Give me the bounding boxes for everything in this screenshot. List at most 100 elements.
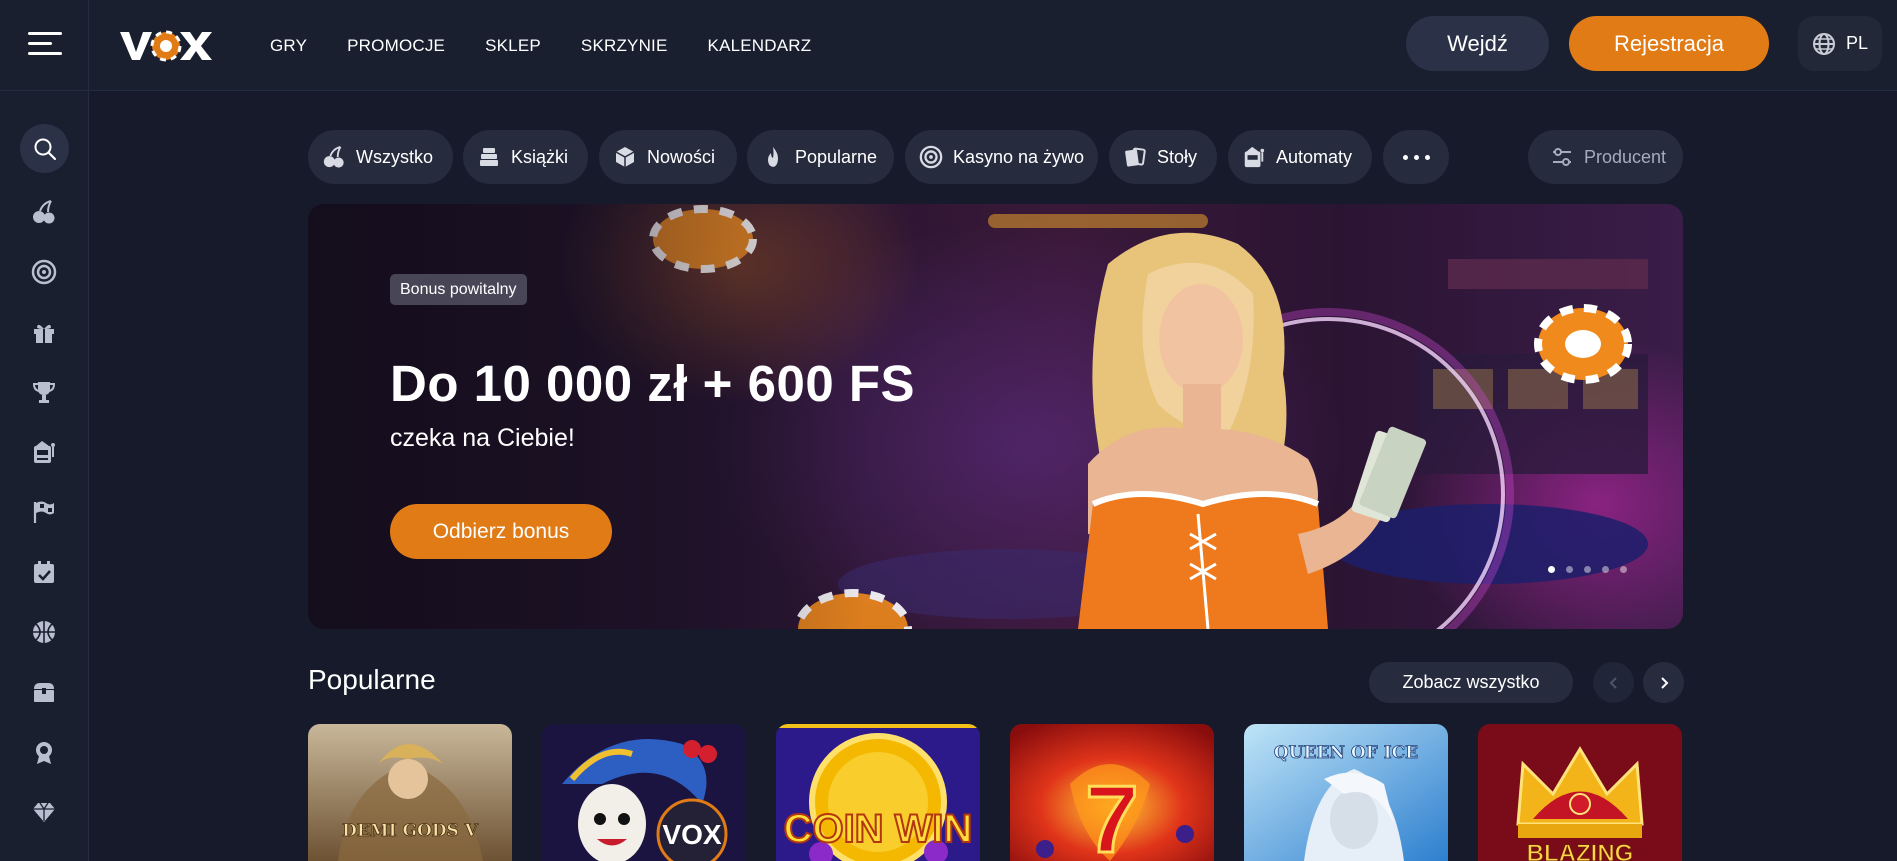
login-button[interactable]: Wejdź [1406,16,1549,71]
slot-machine-icon [34,441,55,463]
popular-section-title: Popularne [308,664,436,695]
cube-icon [615,147,635,167]
nav-kalendarz[interactable]: KALENDARZ [708,36,812,56]
tab-kasyno-na-zywo[interactable]: Kasyno na żywo [905,130,1098,184]
more-dot [1402,154,1408,160]
language-label: PL [1846,33,1869,53]
game-title: 7 [1085,766,1138,861]
game-title: VOX [662,819,721,850]
sidebar-item-promotions[interactable] [27,315,61,349]
game-title: COIN WIN [784,807,973,851]
sidebar-item-races[interactable] [27,495,61,529]
menu-icon[interactable] [28,30,62,58]
tab-stoly[interactable]: Stoły [1109,130,1217,184]
nav-skrzynie[interactable]: SKRZYNIE [581,36,668,56]
tab-popularne[interactable]: Popularne [747,130,894,184]
globe-icon [1813,32,1835,55]
race-flag-icon [33,501,54,523]
nav-gry[interactable]: GRY [270,36,307,56]
sidebar-item-loyalty[interactable] [27,735,61,769]
producer-filter-button[interactable]: Producent [1528,130,1683,184]
tab-automaty[interactable]: Automaty [1228,130,1372,184]
books-icon [480,148,498,166]
more-tabs-button[interactable] [1383,130,1449,184]
flame-icon [768,147,778,167]
tab-label: Kasyno na żywo [953,146,1085,167]
tab-label: Popularne [795,146,878,167]
tab-nowosci[interactable]: Nowości [599,130,737,184]
sidebar-search-button[interactable] [20,124,69,173]
nav-sklep[interactable]: SKLEP [485,36,541,56]
cherries-icon [33,200,55,224]
nav-promocje[interactable]: PROMOCJE [347,36,445,56]
diamond-icon [33,802,55,822]
game-thumbnail: BLAZING [1478,724,1682,861]
tab-label: Książki [511,146,569,167]
game-card[interactable]: 7 [1010,724,1214,861]
hero-badge: Bonus powitalny [390,274,527,305]
game-card[interactable]: VOX [542,724,746,861]
carousel-dots [1548,566,1627,573]
carousel-dot[interactable] [1620,566,1627,573]
tab-label: Nowości [647,146,716,167]
cards-icon [1125,147,1146,167]
carousel-dot[interactable] [1584,566,1591,573]
trophy-icon [32,382,56,403]
calendar-check-icon [34,561,54,583]
carousel-dot[interactable] [1566,566,1573,573]
sidebar-item-slots[interactable] [27,435,61,469]
sidebar-item-vip[interactable] [27,795,61,829]
register-button[interactable]: Rejestracja [1569,16,1769,71]
chevron-left-icon [1609,676,1617,689]
badge-icon [36,742,52,764]
game-title: QUEEN OF ICE [1274,743,1418,763]
claim-bonus-button[interactable]: Odbierz bonus [390,504,612,559]
producer-label: Producent [1584,146,1667,167]
more-dot [1413,154,1419,160]
tab-label: Stoły [1157,146,1198,167]
hero-title: Do 10 000 zł + 600 FS [390,355,916,412]
top-header: GRY PROMOCJE SKLEP SKRZYNIE KALENDARZ We… [0,0,1897,91]
carousel-prev-button[interactable] [1593,662,1634,703]
sidebar-item-tournaments[interactable] [27,375,61,409]
vox-logo[interactable] [120,24,212,64]
slot-machine-icon [1244,146,1265,168]
sidebar-item-live-casino[interactable] [27,255,61,289]
more-dot [1424,154,1430,160]
sidebar-item-chests[interactable] [27,675,61,709]
roulette-icon [31,259,57,285]
sport-ball-icon [33,621,55,643]
sidebar-item-sport[interactable] [27,615,61,649]
see-all-button[interactable]: Zobacz wszystko [1369,662,1573,703]
carousel-dot[interactable] [1548,566,1555,573]
game-thumbnail: VOX [542,724,746,861]
chip-icon [919,145,943,169]
header-divider [88,0,89,91]
tab-wszystko[interactable]: Wszystko [308,130,453,184]
carousel-dot[interactable] [1602,566,1609,573]
sidebar-item-calendar[interactable] [27,555,61,589]
main-nav: GRY PROMOCJE SKLEP SKRZYNIE KALENDARZ [270,0,811,91]
sidebar-item-games[interactable] [27,195,61,229]
tab-ksiazki[interactable]: Książki [463,130,588,184]
hero-banner[interactable]: Bonus powitalny Do 10 000 zł + 600 FS cz… [308,204,1683,629]
game-card[interactable]: QUEEN OF ICE [1244,724,1448,861]
game-thumbnail: COIN WIN [776,724,980,861]
hero-subtitle: czeka na Ciebie! [390,424,575,452]
treasure-chest-icon [34,683,54,702]
game-card[interactable]: DEMI GODS V [308,724,512,861]
game-thumbnail: QUEEN OF ICE [1244,724,1448,861]
chevron-right-icon [1660,676,1668,689]
game-card[interactable]: COIN WIN [776,724,980,861]
tab-label: Wszystko [356,146,434,167]
carousel-next-button[interactable] [1643,662,1684,703]
tab-label: Automaty [1276,146,1353,167]
game-thumbnail: 7 [1010,724,1214,861]
game-thumbnail: DEMI GODS V [308,724,512,861]
left-sidebar [0,91,89,861]
game-card[interactable]: BLAZING [1478,724,1682,861]
gift-icon [34,324,54,343]
sliders-icon [1553,148,1571,166]
hero-illustration [308,204,1648,629]
language-selector[interactable]: PL [1798,16,1882,71]
